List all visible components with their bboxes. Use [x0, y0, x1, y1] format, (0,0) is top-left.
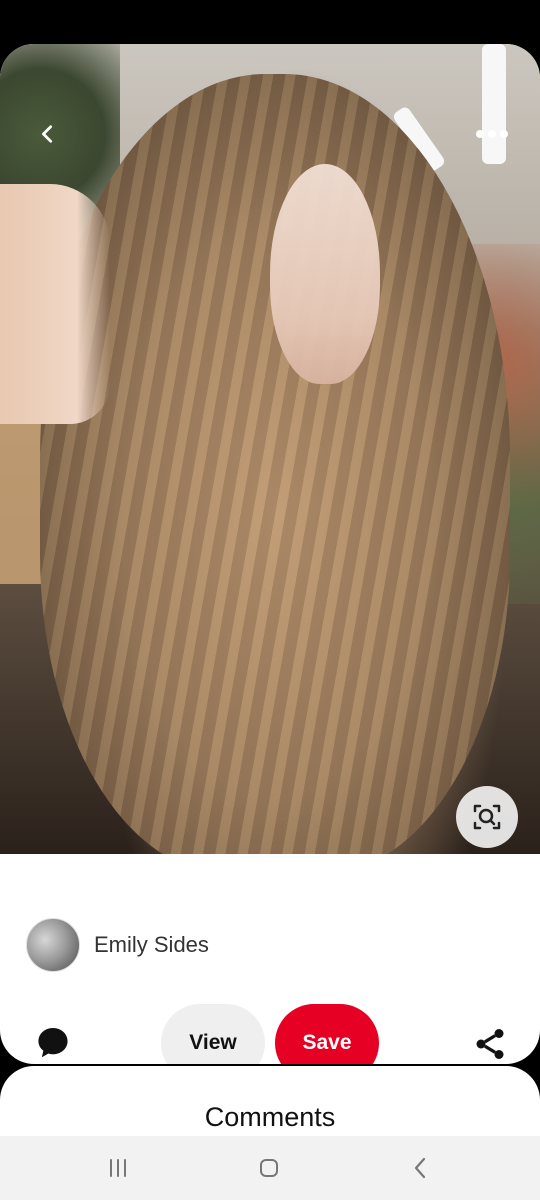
save-button[interactable]: Save	[275, 1004, 379, 1064]
system-back-button[interactable]	[396, 1150, 444, 1186]
pin-card: Emily Sides View Save	[0, 44, 540, 1064]
avatar[interactable]	[26, 918, 80, 972]
system-nav-bar	[0, 1136, 540, 1200]
share-icon[interactable]	[472, 1026, 508, 1062]
home-button[interactable]	[245, 1150, 293, 1186]
recents-button[interactable]	[94, 1150, 142, 1186]
action-bar: View Save	[0, 1002, 540, 1064]
author-name[interactable]: Emily Sides	[94, 932, 209, 958]
screen: Emily Sides View Save Comments	[0, 0, 540, 1200]
system-back-icon	[414, 1157, 426, 1179]
comment-bubble-icon[interactable]	[34, 1024, 72, 1062]
back-icon[interactable]	[28, 114, 68, 154]
recents-icon	[110, 1159, 126, 1177]
visual-search-button[interactable]	[456, 786, 518, 848]
hair	[40, 74, 510, 854]
view-button[interactable]: View	[161, 1004, 265, 1064]
hand	[0, 184, 110, 424]
face	[270, 164, 380, 384]
visual-search-icon	[473, 804, 501, 830]
home-icon	[260, 1159, 278, 1177]
author-row[interactable]: Emily Sides	[26, 918, 209, 972]
more-options-icon[interactable]	[472, 114, 512, 154]
pin-image[interactable]	[0, 44, 540, 854]
comments-title: Comments	[204, 1102, 336, 1132]
